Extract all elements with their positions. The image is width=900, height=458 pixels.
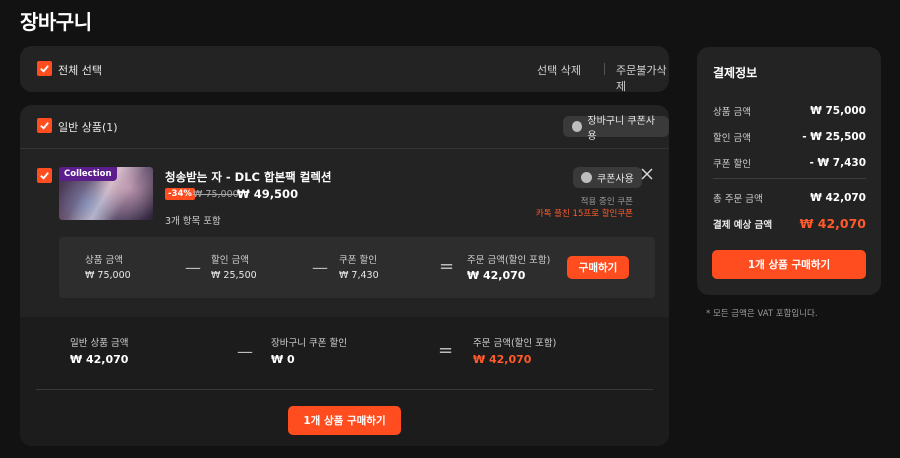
payment-row: 할인 금액 - ₩ 25,500 xyxy=(713,124,866,150)
equals-operator: = xyxy=(439,256,455,277)
payment-total-value: ₩ 42,070 xyxy=(810,192,866,204)
payment-row-value: - ₩ 25,500 xyxy=(802,131,866,143)
payment-row-label: 할인 금액 xyxy=(713,133,751,144)
breakdown-coupon-discount: ₩ 7,430 xyxy=(339,270,379,281)
breakdown-discount-amount: ₩ 25,500 xyxy=(211,270,257,281)
select-all-label[interactable]: 전체 선택 xyxy=(58,62,102,78)
payment-row: 상품 금액 ₩ 75,000 xyxy=(713,98,866,124)
vat-note: * 모든 금액은 VAT 포함입니다. xyxy=(706,309,818,319)
items-included: 3개 항목 포함 xyxy=(165,216,221,227)
product-checkbox[interactable] xyxy=(37,168,52,183)
summary-order-amount-label: 주문 금액(할인 포함) xyxy=(473,338,557,349)
group-checkbox[interactable] xyxy=(37,118,52,133)
breakdown-discount-amount-label: 할인 금액 xyxy=(211,255,249,266)
payment-info-panel: 결제정보 상품 금액 ₩ 75,000 할인 금액 - ₩ 25,500 쿠폰 … xyxy=(697,47,881,295)
check-icon xyxy=(40,122,49,130)
cart-coupon-button[interactable]: 장바구니 쿠폰사용 xyxy=(563,116,669,142)
payment-title: 결제정보 xyxy=(713,66,758,80)
sale-price: ₩ 49,500 xyxy=(237,187,299,201)
payment-row: 쿠폰 할인 - ₩ 7,430 xyxy=(713,150,866,176)
item-breakdown-box: 상품 금액 ₩ 75,000 — 할인 금액 ₩ 25,500 — 쿠폰 할인 … xyxy=(59,237,655,298)
summary-general-amount: ₩ 42,070 xyxy=(70,353,129,366)
coupon-icon xyxy=(572,121,583,132)
cart-group-panel: 일반 상품(1) 장바구니 쿠폰사용 Collection 청송받는 자 - D… xyxy=(20,105,669,446)
product-coupon-button-label: 쿠폰사용 xyxy=(597,174,634,185)
payment-total-row: 총 주문 금액 ₩ 42,070 xyxy=(713,191,866,205)
payment-total-label: 총 주문 금액 xyxy=(713,194,763,205)
action-divider xyxy=(604,63,605,75)
breakdown-product-amount-label: 상품 금액 xyxy=(85,255,123,266)
summary-general-amount-label: 일반 상품 금액 xyxy=(70,338,129,349)
minus-operator: — xyxy=(185,258,201,277)
summary-order-amount: ₩ 42,070 xyxy=(473,353,532,366)
collection-badge: Collection xyxy=(59,167,117,181)
select-all-checkbox[interactable] xyxy=(37,61,52,76)
cart-coupon-button-label: 장바구니 쿠폰사용 xyxy=(587,115,655,142)
equals-operator: = xyxy=(438,340,454,361)
minus-operator: — xyxy=(312,258,328,277)
payment-row-value: ₩ 75,000 xyxy=(810,105,866,117)
minus-operator: — xyxy=(237,342,253,361)
check-icon xyxy=(40,172,49,180)
select-all-bar: 전체 선택 선택 삭제 주문불가삭제 xyxy=(20,46,669,94)
breakdown-product-amount: ₩ 75,000 xyxy=(85,270,131,281)
check-icon xyxy=(40,65,49,73)
group-summary-section: 일반 상품 금액 ₩ 42,070 — 장바구니 쿠폰 할인 ₩ 0 = 주문 … xyxy=(20,317,669,446)
applied-coupon-label: 적용 중인 쿠폰 xyxy=(580,197,633,207)
payment-rows: 상품 금액 ₩ 75,000 할인 금액 - ₩ 25,500 쿠폰 할인 - … xyxy=(713,98,866,176)
payment-expected-label: 결제 예상 금액 xyxy=(713,219,773,231)
delete-unorderable-button[interactable]: 주문불가삭제 xyxy=(616,62,669,94)
remove-item-button[interactable] xyxy=(640,167,654,181)
payment-expected-row: 결제 예상 금액 ₩ 42,070 xyxy=(713,216,866,231)
payment-row-label: 쿠폰 할인 xyxy=(713,159,751,170)
payment-buy-button[interactable]: 1개 상품 구매하기 xyxy=(712,250,866,279)
original-price: ₩ 75,000 xyxy=(193,189,239,200)
payment-row-label: 상품 금액 xyxy=(713,107,751,118)
payment-expected-value: ₩ 42,070 xyxy=(799,216,866,231)
delete-selected-button[interactable]: 선택 삭제 xyxy=(537,62,581,78)
payment-row-value: - ₩ 7,430 xyxy=(809,157,866,169)
group-title: 일반 상품(1) xyxy=(58,121,118,134)
group-header-divider xyxy=(20,148,669,149)
product-name[interactable]: 청송받는 자 - DLC 합본팩 컬렉션 xyxy=(165,169,331,185)
discount-badge: -34% xyxy=(165,188,195,200)
summary-cart-coupon-amount: ₩ 0 xyxy=(271,353,295,366)
breakdown-order-amount: ₩ 42,070 xyxy=(467,269,526,282)
summary-cart-coupon-label: 장바구니 쿠폰 할인 xyxy=(271,338,347,349)
group-buy-button[interactable]: 1개 상품 구매하기 xyxy=(288,406,401,435)
product-coupon-button[interactable]: 쿠폰사용 xyxy=(573,167,642,188)
product-thumbnail[interactable]: Collection xyxy=(59,167,153,220)
breakdown-coupon-discount-label: 쿠폰 할인 xyxy=(339,255,377,266)
payment-divider xyxy=(713,178,866,179)
close-icon xyxy=(641,168,653,180)
coupon-icon xyxy=(581,172,592,183)
page-title: 장바구니 xyxy=(20,10,92,34)
item-buy-button[interactable]: 구매하기 xyxy=(567,256,629,279)
breakdown-order-amount-label: 주문 금액(할인 포함) xyxy=(467,255,551,266)
summary-divider xyxy=(36,389,653,390)
applied-coupon-name: 카톡 플친 15프로 할인쿠폰 xyxy=(535,209,633,219)
